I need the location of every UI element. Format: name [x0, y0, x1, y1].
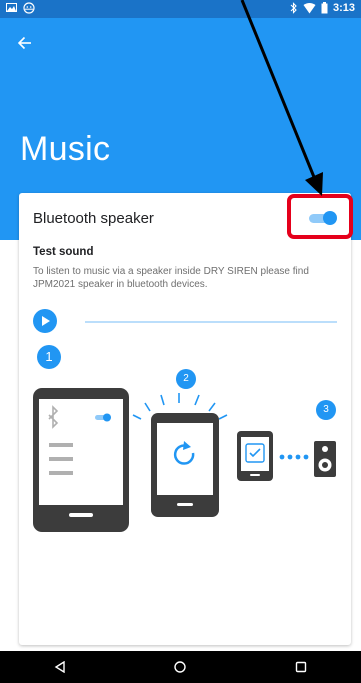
- sound-progress-line: [85, 321, 337, 323]
- battery-icon: [321, 2, 328, 14]
- tablet-bluetooth-icon: [33, 388, 129, 532]
- test-sound-description: To listen to music via a speaker inside …: [33, 266, 309, 290]
- pairing-steps-graphic: [33, 388, 336, 532]
- system-nav-bar: [0, 651, 361, 683]
- image-icon: [6, 3, 17, 12]
- pairing-illustration: 1 2 3: [19, 343, 351, 543]
- page-title: Music: [20, 130, 111, 168]
- wifi-icon: [303, 2, 316, 13]
- android-icon: [23, 2, 35, 14]
- test-sound-title: Test sound: [33, 246, 94, 258]
- status-time: 3:13: [332, 2, 355, 14]
- toggle-highlight-box: [287, 194, 353, 239]
- phone-speaker-icon: [237, 431, 336, 481]
- home-icon: [174, 661, 187, 673]
- arrow-back-icon[interactable]: [18, 36, 32, 50]
- nav-recents-button[interactable]: [281, 653, 321, 681]
- bluetooth-card: Bluetooth speaker Test sound To listen t…: [19, 193, 351, 645]
- recents-icon: [295, 661, 307, 673]
- nav-home-button[interactable]: [160, 653, 200, 681]
- phone-scan-icon: [132, 393, 228, 517]
- bluetooth-speaker-label: Bluetooth speaker: [33, 210, 154, 227]
- status-bar: 3:13: [0, 0, 361, 18]
- back-icon: [54, 661, 65, 673]
- play-button[interactable]: [33, 309, 57, 333]
- nav-back-button[interactable]: [40, 653, 80, 681]
- bluetooth-icon: [290, 2, 297, 14]
